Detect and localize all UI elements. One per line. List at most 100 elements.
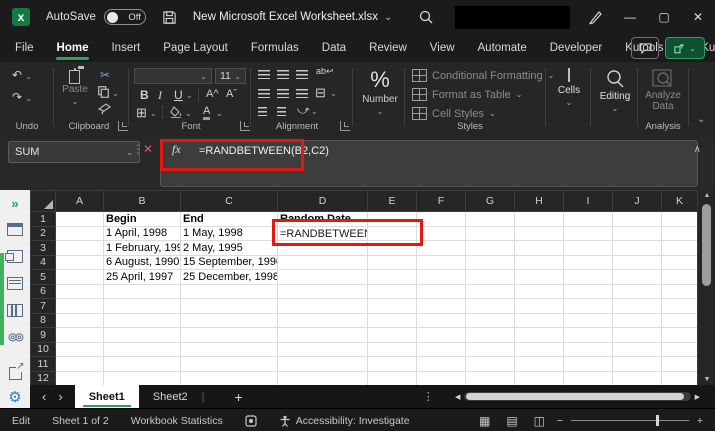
zoom-slider-thumb[interactable] (656, 415, 659, 426)
increase-indent-button[interactable] (277, 107, 286, 116)
tab-file[interactable]: File (14, 42, 35, 54)
page-layout-view-icon[interactable]: ▤ (506, 414, 517, 428)
cell-b2[interactable]: 1 April, 1998 (104, 226, 181, 241)
columns-icon[interactable] (0, 299, 30, 321)
tab-automate[interactable]: Automate (477, 42, 528, 54)
tab-data[interactable]: Data (321, 42, 347, 54)
cell-g8[interactable] (466, 313, 515, 328)
sheet-tab-sheet1[interactable]: Sheet1 (75, 385, 139, 408)
font-dialog-launcher[interactable] (240, 121, 250, 131)
cell-h11[interactable] (515, 357, 564, 372)
settings-gear-icon[interactable]: ⚙ (0, 386, 30, 408)
name-box[interactable]: SUM ⌄ (8, 141, 140, 163)
cell-h3[interactable] (515, 241, 564, 256)
cell-f2[interactable] (417, 226, 466, 241)
zoom-slider[interactable] (571, 420, 689, 421)
cell-f9[interactable] (417, 328, 466, 343)
cell-a2[interactable] (56, 226, 104, 241)
editing-button[interactable]: Editing ⌄ (596, 69, 634, 114)
cell-i9[interactable] (564, 328, 613, 343)
row-header-4[interactable]: 4 (31, 255, 56, 270)
align-right-button[interactable] (296, 89, 308, 98)
cell-g5[interactable] (466, 270, 515, 285)
cell-a1[interactable] (56, 212, 104, 227)
cell-d2[interactable]: =RANDBETWEEN(B2,C2) (278, 226, 368, 241)
horizontal-scrollbar[interactable]: ◀ ▶ (455, 389, 700, 404)
horizontal-scroll-thumb[interactable] (466, 393, 683, 400)
fill-color-button[interactable] (170, 106, 183, 118)
cell-d10[interactable] (278, 342, 368, 357)
sheet-tab-sheet2[interactable]: Sheet2 (139, 385, 202, 408)
column-header-i[interactable]: I (564, 191, 613, 212)
cell-k12[interactable] (662, 371, 698, 386)
new-sheet-button[interactable]: + (205, 389, 273, 405)
cell-f3[interactable] (417, 241, 466, 256)
cell-c12[interactable] (181, 371, 278, 386)
page-break-view-icon[interactable]: ◫ (534, 414, 545, 428)
cell-i4[interactable] (564, 255, 613, 270)
row-header-11[interactable]: 11 (31, 357, 56, 372)
cell-k11[interactable] (662, 357, 698, 372)
formula-input[interactable]: =RANDBETWEEN(B2,C2) (160, 140, 698, 187)
column-header-a[interactable]: A (56, 191, 104, 212)
cell-a11[interactable] (56, 357, 104, 372)
minimize-button[interactable]: — (613, 0, 647, 34)
row-header-9[interactable]: 9 (31, 328, 56, 343)
cell-c3[interactable]: 2 May, 1995 (181, 241, 278, 256)
tab-page-layout[interactable]: Page Layout (162, 42, 229, 54)
cell-c9[interactable] (181, 328, 278, 343)
sheet-count[interactable]: Sheet 1 of 2 (52, 415, 109, 427)
cell-h1[interactable] (515, 212, 564, 227)
font-size-dropdown[interactable]: 11⌄ (215, 68, 246, 84)
undo-button[interactable]: ↶ ⌄ (12, 68, 32, 82)
chevron-down-icon[interactable]: ⌄ (384, 12, 392, 23)
cell-d12[interactable] (278, 371, 368, 386)
cell-k8[interactable] (662, 313, 698, 328)
chevron-down-icon[interactable]: ⌄ (185, 109, 192, 118)
cut-button[interactable]: ✂ (100, 68, 110, 82)
cell-c5[interactable]: 25 December, 1998 (181, 270, 278, 285)
cell-f12[interactable] (417, 371, 466, 386)
cell-b7[interactable] (104, 299, 181, 314)
cell-b5[interactable]: 25 April, 1997 (104, 270, 181, 285)
vertical-scroll-thumb[interactable] (702, 204, 711, 286)
cell-c2[interactable]: 1 May, 1998 (181, 226, 278, 241)
cell-i7[interactable] (564, 299, 613, 314)
cell-g7[interactable] (466, 299, 515, 314)
scroll-down-icon[interactable]: ▼ (698, 376, 715, 383)
row-header-5[interactable]: 5 (31, 270, 56, 285)
cell-e3[interactable] (368, 241, 417, 256)
row-header-6[interactable]: 6 (31, 284, 56, 299)
cell-e6[interactable] (368, 284, 417, 299)
cell-e8[interactable] (368, 313, 417, 328)
cell-h2[interactable] (515, 226, 564, 241)
cell-j7[interactable] (613, 299, 662, 314)
wrap-text-button[interactable]: ab↩ (316, 66, 334, 77)
column-header-k[interactable]: K (662, 191, 698, 212)
cell-c7[interactable] (181, 299, 278, 314)
cell-c6[interactable] (181, 284, 278, 299)
orientation-button[interactable]: ⤻ (297, 103, 310, 118)
select-all-cells[interactable] (31, 191, 56, 212)
tab-developer[interactable]: Developer (549, 42, 603, 54)
cell-e11[interactable] (368, 357, 417, 372)
printer-icon[interactable] (0, 272, 30, 294)
cell-g10[interactable] (466, 342, 515, 357)
cell-e4[interactable] (368, 255, 417, 270)
document-title[interactable]: New Microsoft Excel Worksheet.xlsx (193, 11, 378, 23)
row-header-10[interactable]: 10 (31, 342, 56, 357)
cell-i12[interactable] (564, 371, 613, 386)
cell-c10[interactable] (181, 342, 278, 357)
align-middle-button[interactable] (277, 70, 289, 79)
cell-a5[interactable] (56, 270, 104, 285)
cell-i11[interactable] (564, 357, 613, 372)
column-header-e[interactable]: E (368, 191, 417, 212)
cell-k5[interactable] (662, 270, 698, 285)
column-header-d[interactable]: D (278, 191, 368, 212)
cell-i1[interactable] (564, 212, 613, 227)
cell-f1[interactable] (417, 212, 466, 227)
tab-view[interactable]: View (429, 42, 456, 54)
cell-g6[interactable] (466, 284, 515, 299)
cell-g4[interactable] (466, 255, 515, 270)
cell-c8[interactable] (181, 313, 278, 328)
